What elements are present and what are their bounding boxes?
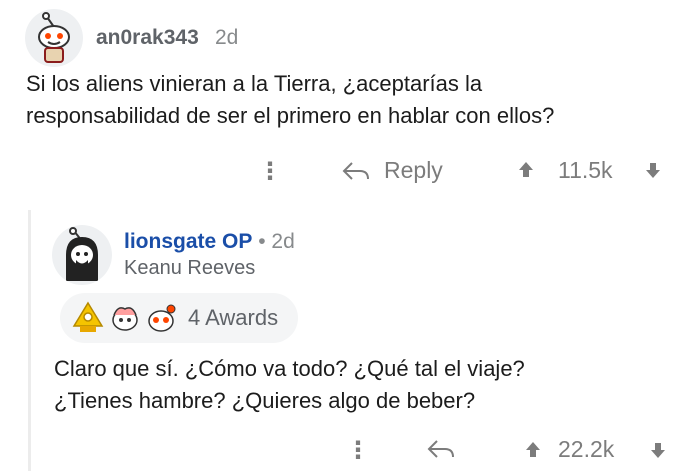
snoo-avatar-icon bbox=[52, 225, 112, 285]
downvote-button[interactable] bbox=[643, 160, 663, 180]
upvote-icon bbox=[519, 162, 533, 177]
upvote-button[interactable] bbox=[523, 440, 543, 460]
award-icon bbox=[112, 307, 138, 331]
op-badge: OP bbox=[222, 230, 253, 253]
separator-dot: • bbox=[258, 230, 266, 253]
award-icon bbox=[72, 301, 104, 332]
more-options-icon: ⋮ bbox=[258, 158, 282, 185]
comment-timestamp: 2d bbox=[215, 26, 239, 49]
comment-username[interactable]: an0rak343 bbox=[96, 26, 199, 50]
comment-line: Claro que sí. ¿Cómo va todo? ¿Qué tal el… bbox=[54, 356, 525, 381]
reply-header: lionsgate OP • 2d bbox=[124, 230, 295, 254]
reply-button[interactable]: Reply bbox=[340, 157, 443, 184]
comment-timestamp: 2d bbox=[271, 230, 295, 253]
upvote-icon bbox=[526, 442, 540, 457]
vote-score: 11.5k bbox=[558, 157, 613, 183]
comment-line: Si los aliens vinieran a la Tierra, ¿ace… bbox=[26, 71, 483, 96]
comment-body: Claro que sí. ¿Cómo va todo? ¿Qué tal el… bbox=[54, 353, 694, 417]
awards-pill[interactable]: 4 Awards bbox=[60, 293, 298, 343]
reply-label: Reply bbox=[384, 157, 443, 183]
more-options-button[interactable]: ⋮ bbox=[258, 157, 282, 186]
downvote-button[interactable] bbox=[648, 440, 668, 460]
user-flair: Keanu Reeves bbox=[124, 257, 256, 279]
downvote-icon bbox=[651, 443, 665, 458]
downvote-icon bbox=[646, 163, 660, 178]
upvote-button[interactable] bbox=[516, 160, 536, 180]
comment-line: responsabilidad de ser el primero en hab… bbox=[26, 103, 555, 128]
awards-count: 4 Awards bbox=[188, 305, 279, 330]
user-avatar[interactable] bbox=[52, 225, 112, 285]
comment-username[interactable]: lionsgate bbox=[124, 230, 216, 253]
award-icon bbox=[148, 304, 176, 332]
reply-arrow-icon bbox=[342, 161, 369, 180]
more-options-icon: ⋮ bbox=[346, 437, 370, 464]
reply-button[interactable] bbox=[425, 437, 457, 461]
thread-line[interactable] bbox=[28, 210, 31, 471]
snoo-avatar-icon bbox=[25, 9, 83, 67]
user-avatar[interactable] bbox=[25, 9, 83, 67]
comment-body: Si los aliens vinieran a la Tierra, ¿ace… bbox=[26, 68, 686, 132]
comment-line: ¿Tienes hambre? ¿Quieres algo de beber? bbox=[54, 388, 476, 413]
reply-arrow-icon bbox=[427, 440, 454, 458]
vote-score: 22.2k bbox=[558, 436, 615, 462]
more-options-button[interactable]: ⋮ bbox=[346, 436, 370, 465]
